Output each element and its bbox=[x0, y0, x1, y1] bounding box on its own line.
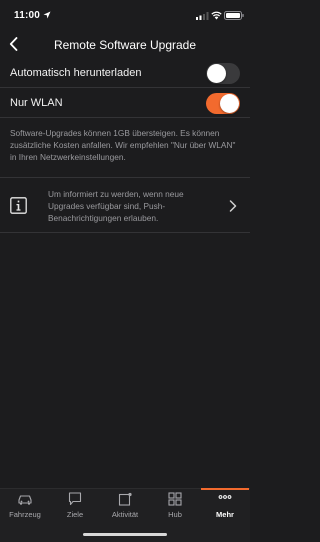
setting-label: Nur WLAN bbox=[10, 97, 63, 109]
push-notification-text: Um informiert zu werden, wenn neue Upgra… bbox=[48, 189, 184, 223]
tab-label: Mehr bbox=[216, 510, 234, 519]
tab-fahrzeug[interactable]: Fahrzeug bbox=[0, 489, 50, 523]
tab-hub[interactable]: Hub bbox=[150, 489, 200, 523]
info-icon bbox=[10, 197, 27, 214]
tab-label: Ziele bbox=[66, 510, 84, 519]
location-arrow-icon bbox=[43, 11, 51, 19]
toggle-knob bbox=[220, 94, 239, 113]
car-icon bbox=[18, 495, 32, 505]
wlan-only-toggle[interactable] bbox=[206, 93, 240, 114]
navigation-bar: Remote Software Upgrade bbox=[0, 30, 250, 60]
setting-row-auto-download: Automatisch herunterladen bbox=[0, 60, 250, 88]
home-indicator bbox=[83, 533, 167, 536]
setting-label: Automatisch herunterladen bbox=[10, 67, 142, 79]
page-title: Remote Software Upgrade bbox=[53, 38, 197, 52]
status-bar: 11:00 bbox=[0, 0, 250, 30]
tab-label: Hub bbox=[168, 510, 182, 519]
tab-label: Fahrzeug bbox=[9, 510, 41, 519]
tab-ziele[interactable]: Ziele bbox=[50, 489, 100, 523]
setting-row-wlan-only: Nur WLAN bbox=[0, 90, 250, 118]
tab-aktivitaet[interactable]: Aktivität bbox=[100, 489, 150, 523]
chat-icon bbox=[68, 492, 82, 506]
push-notification-row[interactable]: Um informiert zu werden, wenn neue Upgra… bbox=[0, 177, 250, 233]
cellular-signal-icon bbox=[196, 12, 209, 20]
tab-mehr[interactable]: Mehr bbox=[200, 489, 250, 523]
activity-icon bbox=[118, 492, 132, 506]
more-icon bbox=[218, 495, 232, 499]
info-text: Software-Upgrades können 1GB übersteigen… bbox=[10, 128, 236, 162]
wifi-icon bbox=[211, 11, 222, 20]
grid-icon bbox=[168, 492, 182, 506]
status-time: 11:00 bbox=[14, 10, 41, 21]
toggle-knob bbox=[207, 64, 226, 83]
tab-label: Aktivität bbox=[111, 510, 139, 519]
auto-download-toggle[interactable] bbox=[206, 63, 240, 84]
chevron-right-icon bbox=[229, 200, 237, 212]
battery-icon bbox=[224, 11, 244, 20]
